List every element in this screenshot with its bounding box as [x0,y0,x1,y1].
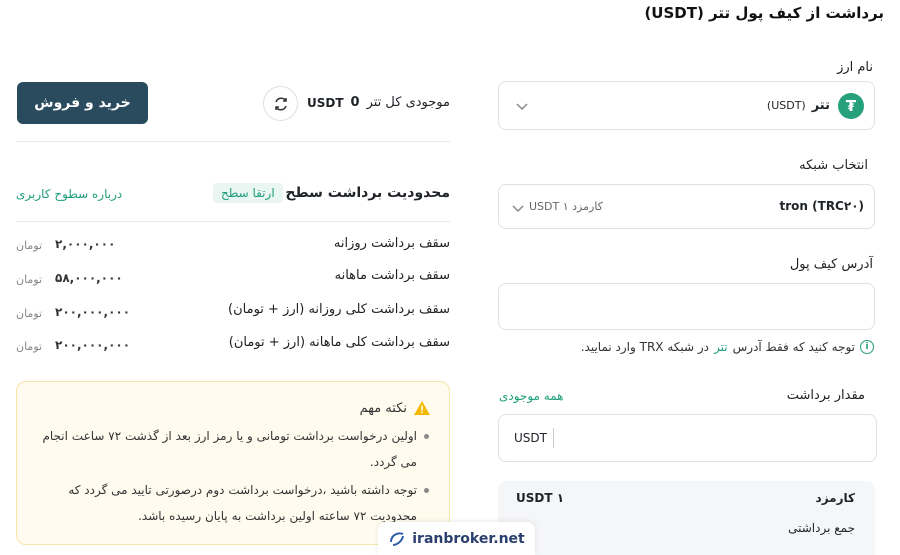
wallet-warning: i توجه کنید که فقط آدرس تتر در شبکه TRX … [581,340,874,354]
note-title: نکته مهم [359,400,407,416]
limit-row-unit: تومان [16,239,43,252]
limit-row-label: سقف برداشت کلی ماهانه (ارز + تومان) [228,335,450,350]
network-select[interactable]: tron (TRC۲۰) کارمزد ۱ USDT [498,184,875,229]
network-name: tron (TRC۲۰) [779,199,864,213]
iranbroker-logo-icon [390,531,405,546]
limit-row-unit: تومان [16,307,43,320]
fee-value: USDT ۱ [516,491,565,505]
note-bullet-1-line-2: می گردد. [369,455,417,469]
balance-value: 0 [350,95,360,110]
note-bullet-2-line-2: محدودیت ۷۲ ساعته اولین برداشت به پایان ر… [138,509,417,523]
wallet-address-label: آدرس کیف پول [789,257,873,272]
buy-sell-button[interactable]: خرید و فروش [17,82,148,124]
limits-title: محدودیت برداشت سطح ۱ [272,185,450,201]
input-caret [553,428,554,448]
page-title: برداشت از کیف پول تتر (USDT) [644,4,884,22]
limit-row-amount: ۲۰۰,۰۰۰,۰۰۰ [55,305,131,319]
limit-row-unit: تومان [16,273,43,286]
amount-label: مقدار برداشت [786,388,865,403]
fee-summary: کارمزد USDT ۱ جمع برداشتی [498,481,875,555]
info-icon: i [860,340,874,354]
refresh-button[interactable] [263,86,298,121]
currency-code: (USDT) [766,99,806,112]
wallet-address-input[interactable] [498,283,875,330]
limit-row-label: سقف برداشت کلی روزانه (ارز + تومان) [228,302,450,317]
important-note: نکته مهم اولین درخواست برداشت تومانی و ی… [16,381,450,545]
network-fee: کارمزد ۱ USDT [529,200,603,213]
limit-row-label: سقف برداشت روزانه [333,236,450,251]
divider [16,141,450,142]
limit-row-unit: تومان [16,340,43,353]
amount-unit: USDT [514,431,547,445]
watermark: iranbroker.net [378,522,535,555]
warning-icon [414,401,430,415]
limit-row-amount: ۵۸,۰۰۰,۰۰۰ [55,271,123,285]
all-balance-link[interactable]: همه موجودی [499,389,564,403]
balance-unit: USDT [306,95,344,110]
tether-logo-icon: ₮ [838,93,864,119]
bullet [424,488,429,493]
network-label: انتخاب شبکه [799,158,868,173]
divider [16,221,450,222]
limit-row-label: سقف برداشت ماهانه [334,268,450,283]
note-bullet-1-line-1: اولین درخواست برداشت تومانی و یا رمز ارز… [42,429,417,443]
limit-row-amount: ۲۰۰,۰۰۰,۰۰۰ [55,338,131,352]
note-bullet-2-line-1: توجه داشته باشید ،درخواست برداشت دوم درص… [68,483,417,497]
amount-input[interactable]: USDT [498,414,877,462]
limit-row-amount: ۲,۰۰۰,۰۰۰ [55,237,116,251]
about-user-levels-link[interactable]: درباره سطوح کاربری [16,187,122,201]
upgrade-level-button[interactable]: ارتقا سطح [213,183,283,203]
fee-label: کارمزد [815,491,855,505]
bullet [424,434,429,439]
refresh-icon [274,96,287,111]
total-balance: موجودی کل تتر 0 USDT [307,95,450,110]
currency-select[interactable]: ₮ تتر (USDT) [498,81,875,130]
chevron-down-icon [512,205,524,213]
currency-label: نام ارز [837,60,873,75]
watermark-text: iranbroker.net [412,530,525,547]
chevron-down-icon [516,103,528,111]
balance-label: موجودی کل تتر [366,95,450,110]
currency-name: تتر [811,98,830,113]
total-label: جمع برداشتی [788,521,855,535]
